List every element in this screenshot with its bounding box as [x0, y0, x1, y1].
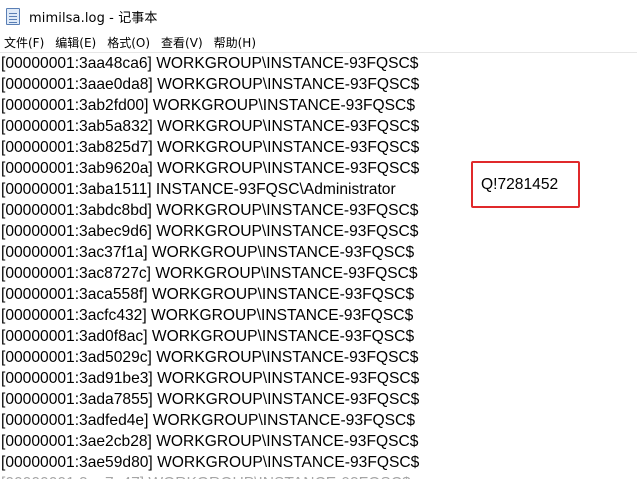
- log-line: [00000001:3ad0f8ac] WORKGROUP\INSTANCE-9…: [1, 328, 415, 345]
- menu-view[interactable]: 查看(V): [156, 33, 209, 53]
- log-line: [00000001:3ae59d80] WORKGROUP\INSTANCE-9…: [1, 454, 420, 471]
- log-line: [00000001:3ac8727c] WORKGROUP\INSTANCE-9…: [1, 265, 418, 282]
- log-line: [00000001:3aae0da8] WORKGROUP\INSTANCE-9…: [1, 76, 420, 93]
- log-line: [00000001:3acfc432] WORKGROUP\INSTANCE-9…: [1, 307, 414, 324]
- menu-file[interactable]: 文件(F): [0, 33, 50, 53]
- log-line: [00000001:3ab5a832] WORKGROUP\INSTANCE-9…: [1, 118, 420, 135]
- log-line: [00000001:3ada7855] WORKGROUP\INSTANCE-9…: [1, 391, 420, 408]
- log-line: [00000001:3ae2cb28] WORKGROUP\INSTANCE-9…: [1, 433, 419, 450]
- menu-bar: 文件(F) 编辑(E) 格式(O) 查看(V) 帮助(H): [0, 33, 637, 53]
- title-bar[interactable]: mimilsa.log - 记事本: [0, 0, 637, 33]
- menu-help[interactable]: 帮助(H): [209, 33, 262, 53]
- highlighted-password: Q!7281452: [471, 161, 580, 208]
- log-line: [00000001:3adfed4e] WORKGROUP\INSTANCE-9…: [1, 412, 415, 429]
- log-line: [00000001:3ad91be3] WORKGROUP\INSTANCE-9…: [1, 370, 420, 387]
- log-line: [00000001:3ab2fd00] WORKGROUP\INSTANCE-9…: [1, 97, 415, 114]
- log-line: [00000001:3aba1511] INSTANCE-93FQSC\Admi…: [1, 181, 396, 198]
- window-title: mimilsa.log - 记事本: [29, 11, 158, 26]
- log-line: [00000001:3ac37f1a] WORKGROUP\INSTANCE-9…: [1, 244, 415, 261]
- text-editor[interactable]: [00000001:3aa48ca6] WORKGROUP\INSTANCE-9…: [0, 53, 637, 479]
- log-line: [00000001:3ad5029c] WORKGROUP\INSTANCE-9…: [1, 349, 419, 366]
- log-line: [00000001:3ab825d7] WORKGROUP\INSTANCE-9…: [1, 139, 420, 156]
- menu-format[interactable]: 格式(O): [102, 33, 156, 53]
- log-line: [00000001:3abec9d6] WORKGROUP\INSTANCE-9…: [1, 223, 419, 240]
- log-line: [00000001:3abdc8bd] WORKGROUP\INSTANCE-9…: [1, 202, 419, 219]
- log-line: [00000001:3aca558f] WORKGROUP\INSTANCE-9…: [1, 286, 415, 303]
- menu-edit[interactable]: 编辑(E): [50, 33, 102, 53]
- log-lines: [00000001:3aa48ca6] WORKGROUP\INSTANCE-9…: [1, 53, 419, 479]
- notepad-window: mimilsa.log - 记事本 文件(F) 编辑(E) 格式(O) 查看(V…: [0, 0, 637, 479]
- log-line: [00000001:3ae7a47] WORKGROUP\INSTANCE-93…: [1, 473, 419, 479]
- log-line: [00000001:3ab9620a] WORKGROUP\INSTANCE-9…: [1, 160, 420, 177]
- notepad-icon: [6, 8, 20, 25]
- log-line: [00000001:3aa48ca6] WORKGROUP\INSTANCE-9…: [1, 55, 419, 72]
